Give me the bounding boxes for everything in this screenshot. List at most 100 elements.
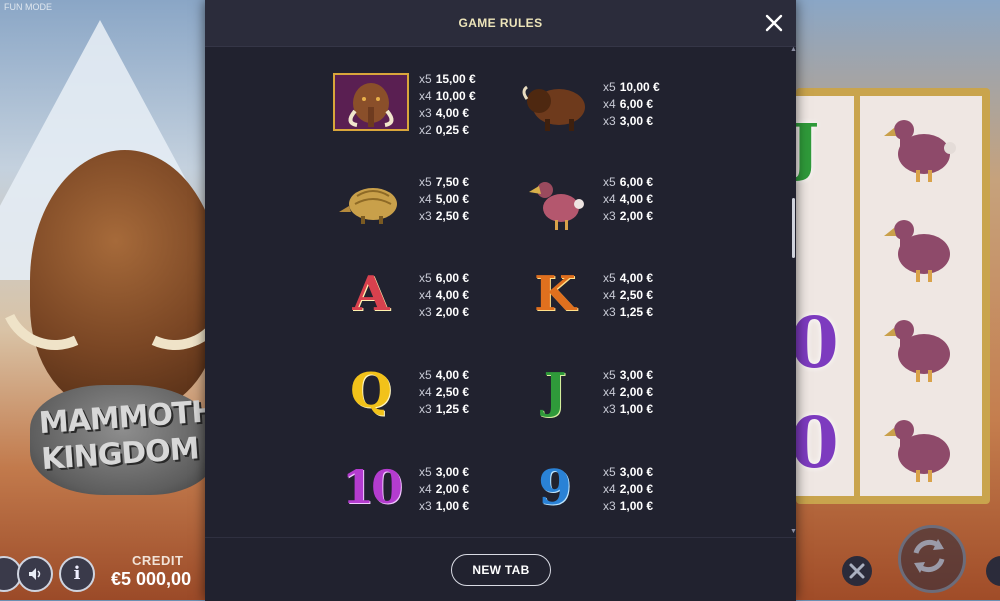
pay-line: x4 2,50 € — [603, 287, 653, 304]
pay-multiplier: x4 — [419, 192, 432, 206]
refresh-icon — [913, 539, 945, 573]
paytable-row: x5 7,50 € x4 5,00 € x3 2,50 € x5 6,00 € x4 4,… — [205, 174, 796, 244]
pay-value: 4,00 € — [435, 368, 470, 382]
pay-line: x5 15,00 € — [419, 71, 476, 88]
pay-value: 4,00 € — [619, 192, 654, 206]
pay-multiplier: x3 — [419, 402, 432, 416]
pay-value: 1,00 € — [435, 499, 470, 513]
reel-symbol-dodo — [884, 320, 950, 382]
scroll-down-arrow[interactable]: ▼ — [790, 528, 797, 535]
pay-value: 1,25 € — [435, 402, 470, 416]
pay-value: 6,00 € — [619, 97, 654, 111]
mammoth-icon — [333, 73, 409, 131]
reel-frame: J 0 0 — [796, 88, 990, 504]
pay-value: 2,00 € — [435, 482, 470, 496]
bison-icon — [522, 85, 585, 131]
pay-value: 3,00 € — [619, 114, 654, 128]
pay-multiplier: x4 — [419, 482, 432, 496]
pay-line: x3 1,00 € — [603, 401, 653, 418]
pay-line: x3 1,00 € — [419, 498, 469, 515]
pay-line: x5 4,00 € — [419, 367, 469, 384]
pay-multiplier: x5 — [419, 72, 432, 86]
pay-value: 10,00 € — [435, 89, 476, 103]
pay-line: x3 3,00 € — [603, 113, 660, 130]
pay-list: x5 4,00 € x4 2,50 € x3 1,25 € — [419, 367, 469, 418]
pay-line: x5 3,00 € — [603, 464, 653, 481]
pay-list: x5 3,00 € x4 2,00 € x3 1,00 € — [419, 464, 469, 515]
pay-line: x4 4,00 € — [603, 191, 653, 208]
reel-symbol-dodo — [884, 420, 950, 482]
pay-list: x5 3,00 € x4 2,00 € x3 1,00 € — [603, 464, 653, 515]
pay-multiplier: x5 — [419, 271, 432, 285]
pay-multiplier: x4 — [603, 192, 616, 206]
scrollbar-thumb[interactable] — [792, 198, 795, 258]
pay-multiplier: x4 — [603, 385, 616, 399]
pay-multiplier: x3 — [603, 402, 616, 416]
pay-multiplier: x4 — [419, 288, 432, 302]
pay-value: 10,00 € — [619, 80, 660, 94]
pay-multiplier: x4 — [603, 97, 616, 111]
new-tab-button[interactable]: NEW TAB — [451, 554, 551, 586]
reel-column — [860, 96, 982, 496]
close-button[interactable] — [763, 12, 785, 34]
pay-multiplier: x5 — [603, 271, 616, 285]
pay-line: x5 6,00 € — [419, 270, 469, 287]
pay-value: 2,50 € — [619, 288, 654, 302]
pay-value: 6,00 € — [619, 175, 654, 189]
sound-button[interactable] — [17, 556, 53, 592]
settings-button[interactable] — [842, 556, 872, 586]
pay-multiplier: x3 — [419, 106, 432, 120]
pay-value: 4,00 € — [435, 106, 470, 120]
reel-symbol-dodo — [884, 220, 950, 282]
pay-line: x5 7,50 € — [419, 174, 469, 191]
pay-value: 2,50 € — [435, 209, 470, 223]
pay-line: x4 2,50 € — [419, 384, 469, 401]
paytable-row: x5 15,00 € x4 10,00 € x3 4,00 € x2 0,25 € x5… — [205, 71, 796, 141]
letter-q-icon: Q — [350, 363, 392, 419]
pay-value: 0,25 € — [435, 123, 470, 137]
armadillo-icon — [339, 188, 397, 224]
pay-value: 15,00 € — [435, 72, 476, 86]
pay-value: 3,00 € — [435, 465, 470, 479]
game-scene-right: J 0 0 — [796, 0, 1000, 600]
pay-line: x4 6,00 € — [603, 96, 660, 113]
paytable-scroll-area[interactable]: x5 15,00 € x4 10,00 € x3 4,00 € x2 0,25 € x5… — [205, 47, 796, 537]
game-scene-left: MAMMOTH KINGDOM FUN MODE — [0, 0, 205, 600]
reel-symbol-j: J — [796, 110, 820, 183]
dodo-icon — [529, 182, 584, 230]
modal-footer: NEW TAB — [205, 537, 796, 601]
pay-list: x5 3,00 € x4 2,00 € x3 1,00 € — [603, 367, 653, 418]
pay-line: x4 2,00 € — [419, 481, 469, 498]
paytable-row: 10 x5 3,00 € x4 2,00 € x3 1,00 € 9 x5 3,00 €… — [205, 460, 796, 534]
pay-value: 2,00 € — [619, 482, 654, 496]
modal-header: GAME RULES — [205, 0, 796, 47]
reel-symbol-10: 0 — [796, 401, 839, 484]
pay-multiplier: x3 — [603, 305, 616, 319]
pay-value: 7,50 € — [435, 175, 470, 189]
info-icon: i — [73, 563, 81, 584]
info-button[interactable]: i — [59, 556, 95, 592]
paytable-row: A x5 6,00 € x4 4,00 € x3 2,00 € K x5 4,00 € … — [205, 266, 796, 340]
close-icon — [765, 14, 783, 32]
pay-multiplier: x3 — [419, 209, 432, 223]
scroll-up-arrow[interactable]: ▲ — [790, 46, 797, 53]
letter-k-icon: K — [534, 266, 576, 322]
pay-multiplier: x3 — [603, 114, 616, 128]
pay-multiplier: x5 — [419, 368, 432, 382]
pay-multiplier: x3 — [419, 305, 432, 319]
pay-line: x3 1,25 € — [419, 401, 469, 418]
pay-multiplier: x4 — [419, 385, 432, 399]
pay-multiplier: x3 — [419, 499, 432, 513]
pay-line: x3 2,50 € — [419, 208, 469, 225]
pay-value: 6,00 € — [435, 271, 470, 285]
number-9-icon: 9 — [538, 460, 572, 516]
speaker-icon — [29, 568, 41, 580]
pay-value: 3,00 € — [619, 368, 654, 382]
pay-list: x5 15,00 € x4 10,00 € x3 4,00 € x2 0,25 € — [419, 71, 476, 139]
credit-label: CREDIT — [132, 553, 184, 568]
pay-multiplier: x4 — [603, 482, 616, 496]
spin-button[interactable] — [898, 525, 966, 593]
paytable-row: Q x5 4,00 € x4 2,50 € x3 1,25 € J x5 3,00 € … — [205, 363, 796, 437]
pay-line: x4 4,00 € — [419, 287, 469, 304]
pay-line: x5 3,00 € — [603, 367, 653, 384]
